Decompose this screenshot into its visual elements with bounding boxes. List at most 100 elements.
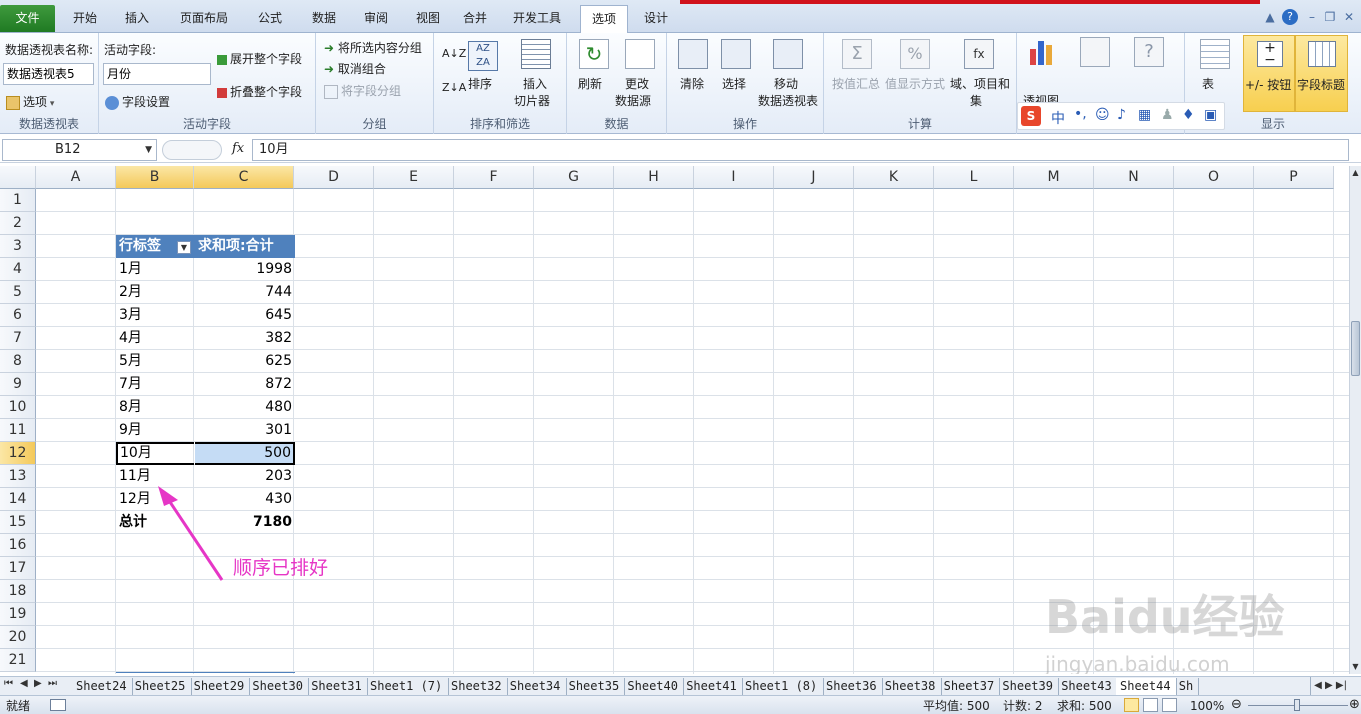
pivot-row-label[interactable]: 1月 xyxy=(116,258,194,281)
row-header-2[interactable]: 2 xyxy=(0,212,36,235)
field-settings-button[interactable]: 字段设置 xyxy=(105,93,170,110)
what-if-icon[interactable]: ? xyxy=(1134,37,1164,67)
pivot-row-value[interactable]: 382 xyxy=(195,327,295,350)
sheet-prev-icon[interactable]: ◀ xyxy=(20,678,28,689)
move-pivot-icon[interactable] xyxy=(773,39,803,69)
sheet-tab[interactable]: Sheet31 xyxy=(307,678,368,695)
sheet-tab[interactable]: Sheet38 xyxy=(881,678,942,695)
pivot-row-label[interactable]: 2月 xyxy=(116,281,194,304)
tab-8[interactable]: 开发工具 xyxy=(500,5,574,32)
pivot-row-value[interactable]: 301 xyxy=(195,419,295,442)
tab-5[interactable]: 审阅 xyxy=(351,5,401,32)
move-pivot-line2[interactable]: 数据透视表 xyxy=(758,92,818,109)
pivot-row-value[interactable]: 500 xyxy=(195,442,295,465)
pivot-row-label[interactable]: 7月 xyxy=(116,373,194,396)
scroll-thumb[interactable] xyxy=(1351,321,1360,376)
sheet-tab[interactable]: Sheet36 xyxy=(822,678,883,695)
pivot-row-label[interactable]: 10月 xyxy=(116,442,194,465)
pivot-options-button[interactable]: 选项 ▾ xyxy=(6,93,54,110)
tab-6[interactable]: 视图 xyxy=(403,5,453,32)
expand-field-button[interactable]: 展开整个字段 xyxy=(217,50,302,67)
sheet-tab[interactable]: Sheet24 xyxy=(72,678,133,695)
column-header-G[interactable]: G xyxy=(534,166,614,189)
ime-mode-zh[interactable]: 中 xyxy=(1051,108,1065,128)
formula-input[interactable]: 10月 xyxy=(252,139,1349,161)
sheet-tab[interactable]: Sheet37 xyxy=(940,678,1001,695)
sheet-tab[interactable]: Sheet30 xyxy=(248,678,310,695)
sheet-tab[interactable]: Sheet32 xyxy=(447,678,508,695)
row-header-20[interactable]: 20 xyxy=(0,626,36,649)
summarize-button[interactable]: 按值汇总 xyxy=(832,75,880,92)
minimize-ribbon-icon[interactable]: ▲ xyxy=(1262,9,1278,25)
refresh-button[interactable]: 刷新 xyxy=(578,75,602,92)
sheet-tab[interactable]: Sheet44 xyxy=(1116,678,1177,695)
row-header-11[interactable]: 11 xyxy=(0,419,36,442)
pivot-row-label[interactable]: 8月 xyxy=(116,396,194,419)
row-header-10[interactable]: 10 xyxy=(0,396,36,419)
vertical-scrollbar[interactable]: ▲ ▼ xyxy=(1349,166,1361,674)
scroll-up-icon[interactable]: ▲ xyxy=(1350,166,1361,180)
column-header-K[interactable]: K xyxy=(854,166,934,189)
group-selection-button[interactable]: ➜ 将所选内容分组 xyxy=(324,39,422,56)
window-close-icon[interactable]: ✕ xyxy=(1341,9,1357,25)
normal-view-icon[interactable] xyxy=(1124,698,1139,712)
keyboard-icon[interactable]: ▦ xyxy=(1138,107,1151,123)
sheet-tab[interactable]: Sheet41 xyxy=(682,678,743,695)
sheet-tab[interactable]: Sheet39 xyxy=(998,678,1060,695)
pivot-row-value[interactable]: 645 xyxy=(195,304,295,327)
column-header-B[interactable]: B xyxy=(116,166,194,189)
sort-za-icon[interactable]: Z↓A xyxy=(442,81,466,94)
sheet-last-icon[interactable]: ⏭ xyxy=(48,678,57,689)
insert-slicer-line1[interactable]: 插入 xyxy=(523,75,547,92)
sheet-tab[interactable]: Sh xyxy=(1175,678,1199,695)
column-header-H[interactable]: H xyxy=(614,166,694,189)
sort-button[interactable]: 排序 xyxy=(468,75,492,92)
window-minimize-icon[interactable]: – xyxy=(1304,9,1320,25)
pivot-sum-header[interactable]: 求和项:合计 xyxy=(195,235,295,258)
column-header-F[interactable]: F xyxy=(454,166,534,189)
row-header-9[interactable]: 9 xyxy=(0,373,36,396)
pivot-row-value[interactable]: 744 xyxy=(195,281,295,304)
clear-icon[interactable] xyxy=(678,39,708,69)
column-header-P[interactable]: P xyxy=(1254,166,1334,189)
sheet-tab[interactable]: Sheet34 xyxy=(506,678,567,695)
fields-items-icon[interactable]: fx xyxy=(964,39,994,69)
change-source-line1[interactable]: 更改 xyxy=(625,75,649,92)
select-all-corner[interactable] xyxy=(0,166,36,189)
punctuation-icon[interactable]: •, xyxy=(1074,106,1087,122)
active-field-input[interactable]: 月份 xyxy=(103,63,211,85)
pivot-row-value[interactable]: 1998 xyxy=(195,258,295,281)
name-box-dropdown-icon[interactable]: ▼ xyxy=(145,140,152,160)
ime-toolbar[interactable]: S 中 •, ☺ ♪ ▦ ♟ ♦ ▣ xyxy=(1017,102,1225,130)
column-header-M[interactable]: M xyxy=(1014,166,1094,189)
move-pivot-line1[interactable]: 移动 xyxy=(774,75,798,92)
horizontal-scroll-arrows[interactable]: ◀ ▶ ▶| xyxy=(1310,677,1361,695)
pivot-row-value[interactable]: 203 xyxy=(195,465,295,488)
change-source-line2[interactable]: 数据源 xyxy=(615,92,651,109)
pivot-row-label[interactable]: 3月 xyxy=(116,304,194,327)
row-header-15[interactable]: 15 xyxy=(0,511,36,534)
slicer-icon[interactable] xyxy=(521,39,551,69)
row-header-12[interactable]: 12 xyxy=(0,442,36,465)
worksheet-grid[interactable]: ABCDEFGHIJKLMNOP 1 2 3 4 5 6 7 8 9 10 11 12 13 14 15 16… xyxy=(0,166,1349,674)
zoom-level[interactable]: 100% xyxy=(1190,697,1224,714)
headers-toggle[interactable]: 字段标题 xyxy=(1295,35,1348,112)
select-icon[interactable] xyxy=(721,39,751,69)
help-icon[interactable]: ? xyxy=(1282,9,1298,25)
sheet-tab[interactable]: Sheet35 xyxy=(565,678,626,695)
column-header-N[interactable]: N xyxy=(1094,166,1174,189)
pivotchart-icon[interactable] xyxy=(1028,37,1058,67)
row-header-14[interactable]: 14 xyxy=(0,488,36,511)
pivot-row-label[interactable]: 5月 xyxy=(116,350,194,373)
buttons-toggle[interactable]: + − +/- 按钮 xyxy=(1243,35,1295,112)
column-header-J[interactable]: J xyxy=(774,166,854,189)
window-restore-icon[interactable]: ❐ xyxy=(1322,9,1338,25)
sheet-tab[interactable]: Sheet43 xyxy=(1057,678,1118,695)
zoom-in-icon[interactable]: ⊕ xyxy=(1349,696,1360,714)
sort-icon[interactable]: AZ ZA xyxy=(468,41,498,71)
column-header-O[interactable]: O xyxy=(1174,166,1254,189)
zoom-out-icon[interactable]: ⊖ xyxy=(1231,696,1242,714)
clear-button[interactable]: 清除 xyxy=(680,75,704,92)
sort-az-icon[interactable]: A↓Z xyxy=(442,47,466,60)
tab-3[interactable]: 公式 xyxy=(245,5,295,32)
